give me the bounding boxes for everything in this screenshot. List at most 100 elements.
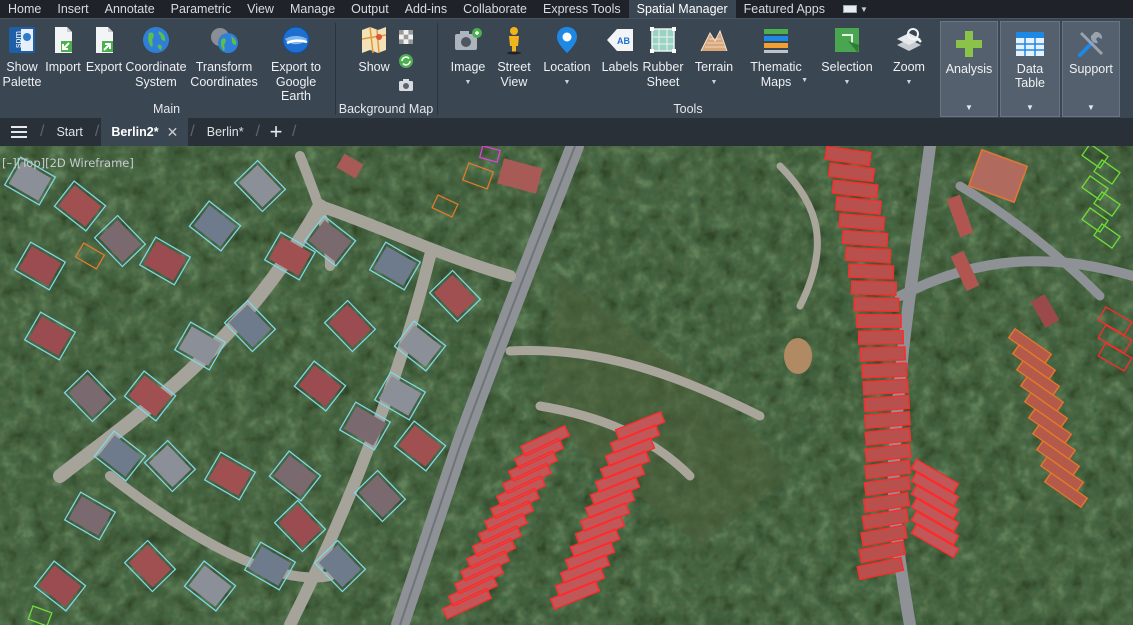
aerial-map (0, 146, 1133, 625)
spm-logo-icon: spm (9, 27, 35, 53)
tools-wrench-icon (1078, 31, 1104, 57)
analysis-label: Analysis (945, 62, 993, 76)
selection-button[interactable]: Selection ▼ (818, 25, 876, 90)
terrain-label: Terrain (694, 60, 734, 74)
menu-tab-add-ins[interactable]: Add-ins (397, 0, 455, 18)
tools-group-label: Tools (673, 102, 703, 116)
transform-globe-icon (211, 28, 238, 53)
zoom-label: Zoom (893, 60, 925, 74)
menu-tab-spatial-manager[interactable]: Spatial Manager (628, 0, 736, 18)
analysis-cross-icon (956, 31, 982, 57)
thematic-maps-label: Thematic Maps (750, 60, 802, 89)
chevron-down-icon: ▼ (801, 77, 808, 84)
chevron-down-icon: ▼ (563, 78, 571, 86)
labels-button[interactable]: AB Labels (602, 25, 638, 75)
menu-tab-express-tools[interactable]: Express Tools (535, 0, 629, 18)
menu-tab-home[interactable]: Home (0, 0, 49, 18)
tab-divider: / (94, 123, 100, 140)
map-icon (361, 26, 387, 54)
building-roof (859, 346, 907, 362)
menu-tab-insert[interactable]: Insert (49, 0, 96, 18)
coordinate-system-label: Coordinate System (125, 60, 187, 89)
tab-divider: / (40, 123, 45, 140)
terrain-button[interactable]: Terrain ▼ (692, 25, 736, 90)
location-label: Location (543, 60, 591, 74)
chevron-down-icon: ▼ (859, 4, 868, 14)
support-label: Support (1069, 62, 1113, 76)
camera-icon[interactable] (398, 77, 414, 93)
workspace-switcher-button[interactable]: ▼ (842, 0, 868, 18)
menu-tab-collaborate[interactable]: Collaborate (455, 0, 535, 18)
viewport-controls-label[interactable]: [–][Top][2D Wireframe] (2, 156, 134, 170)
import-button[interactable]: Import (44, 25, 82, 75)
building-roof (853, 297, 900, 312)
chevron-down-icon: ▼ (464, 78, 472, 86)
sand-patch (784, 338, 812, 374)
ribbon-group-tools: Image ▼ Street View Location ▼ AB Labels… (438, 19, 938, 119)
background-map-group-label: Background Map (338, 102, 434, 116)
export-button[interactable]: Export (85, 25, 123, 75)
building-roof (855, 314, 902, 328)
data-table-panel-button[interactable]: Data Table ▼ (1000, 21, 1060, 117)
selection-icon (835, 28, 859, 53)
tab-divider: / (190, 123, 195, 140)
close-icon[interactable]: ✕ (167, 118, 179, 146)
application-menu-icon[interactable] (0, 118, 38, 146)
building-roof (850, 280, 898, 296)
transform-coordinates-button[interactable]: Transform Coordinates (190, 25, 258, 89)
menu-bar: Home Insert Annotate Parametric View Manage Ou… (0, 0, 1133, 18)
pegman-icon (507, 27, 521, 55)
menu-tab-view[interactable]: View (239, 0, 282, 18)
menu-tab-featured-apps[interactable]: Featured Apps (736, 0, 833, 18)
tab-berlin-label: Berlin* (206, 125, 244, 139)
tab-berlin[interactable]: Berlin* (197, 118, 254, 146)
transparency-icon[interactable] (398, 29, 414, 45)
rubber-sheet-label: Rubber Sheet (642, 60, 684, 89)
thematic-maps-icon (764, 29, 788, 53)
show-palette-label: Show Palette (2, 60, 42, 89)
globe-icon (143, 27, 169, 53)
chevron-down-icon: ▼ (1026, 103, 1034, 112)
location-button[interactable]: Location ▼ (542, 25, 592, 90)
svg-text:AB: AB (617, 36, 630, 46)
street-view-label: Street View (497, 60, 531, 89)
building-roof (857, 330, 905, 345)
show-palette-button[interactable]: spm Show Palette (2, 25, 42, 89)
ribbon-group-background-map: Show Background Map (336, 19, 436, 119)
drawing-viewport[interactable]: [–][Top][2D Wireframe] (0, 146, 1133, 625)
menu-tab-manage[interactable]: Manage (282, 0, 343, 18)
rubber-sheet-button[interactable]: Rubber Sheet (641, 25, 685, 89)
import-icon (55, 27, 72, 53)
menu-tab-annotate[interactable]: Annotate (97, 0, 163, 18)
support-panel-button[interactable]: Support ▼ (1062, 21, 1120, 117)
import-label: Import (45, 60, 81, 74)
street-view-button[interactable]: Street View (494, 25, 534, 89)
image-button[interactable]: Image ▼ (448, 25, 488, 90)
export-icon (96, 27, 113, 53)
tab-divider: / (255, 123, 261, 140)
zoom-button[interactable]: Zoom ▼ (886, 25, 932, 90)
coordinate-system-button[interactable]: Coordinate System (124, 25, 188, 89)
image-camera-icon (455, 28, 482, 50)
document-tab-bar: / Start / Berlin2* ✕ / Berlin* / + / (0, 118, 1133, 146)
data-table-label: Data Table (1015, 62, 1045, 90)
menu-tab-output[interactable]: Output (343, 0, 397, 18)
menu-tab-parametric[interactable]: Parametric (163, 0, 239, 18)
selection-label: Selection (821, 60, 873, 74)
location-pin-icon (557, 27, 577, 53)
tab-divider: / (292, 123, 297, 140)
workspace-icon (842, 5, 857, 13)
chevron-down-icon: ▼ (905, 78, 913, 86)
refresh-icon[interactable] (398, 53, 414, 69)
tab-berlin2[interactable]: Berlin2* ✕ (101, 118, 189, 146)
chevron-down-icon: ▼ (843, 78, 851, 86)
tab-start[interactable]: Start (46, 118, 92, 146)
ribbon: spm Show Palette Import Export Coordinat… (0, 18, 1133, 118)
analysis-panel-button[interactable]: Analysis ▼ (940, 21, 998, 117)
thematic-maps-button[interactable]: Thematic Maps ▼ (746, 25, 808, 89)
new-tab-button[interactable]: + (262, 118, 290, 146)
main-group-label: Main (152, 102, 181, 116)
export-google-earth-button[interactable]: Export to Google Earth (260, 25, 332, 104)
google-earth-icon (282, 26, 310, 54)
show-background-map-button[interactable]: Show (354, 25, 394, 75)
